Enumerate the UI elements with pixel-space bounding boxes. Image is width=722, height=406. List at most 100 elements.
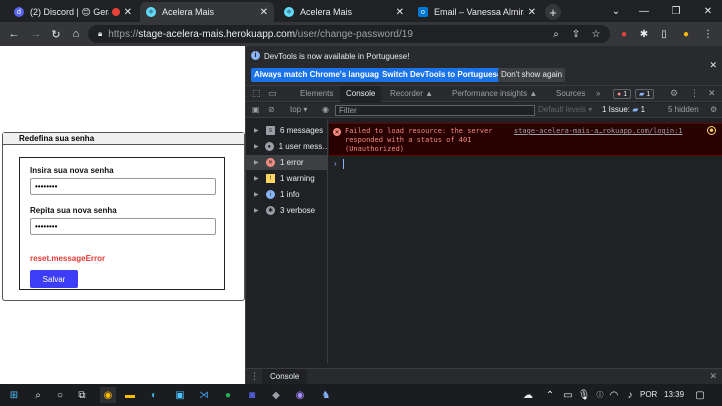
reload-icon[interactable]: ↻ <box>48 26 64 42</box>
chrome-icon[interactable]: ◉ <box>100 387 116 403</box>
cortana-icon[interactable]: ○ <box>52 387 68 403</box>
more-tabs-icon[interactable]: » <box>596 86 600 102</box>
app-blue-icon[interactable]: ♞ <box>318 387 334 403</box>
extension-red-icon[interactable]: ● <box>616 26 632 42</box>
sidebar-item-messages[interactable]: ▶ ≡ 6 messages <box>246 123 328 138</box>
new-password-input[interactable]: •••••••• <box>30 178 216 195</box>
close-icon[interactable]: ✕ <box>260 7 268 18</box>
tab-email[interactable]: o Email – Vanessa Almirante ✕ <box>412 2 542 22</box>
avatar[interactable]: ● <box>678 26 694 42</box>
console-input[interactable] <box>343 159 344 169</box>
windows-start-icon[interactable]: ⊞ <box>6 387 22 403</box>
error-message: reset.messageError <box>30 254 106 263</box>
close-icon[interactable]: ✕ <box>709 60 717 71</box>
sidebar-item-user-messages[interactable]: ▶ ● 1 user mess… <box>246 139 328 154</box>
context-selector[interactable]: top ▾ <box>290 105 307 114</box>
tab-recorder[interactable]: Recorder ▲ <box>390 86 433 102</box>
dont-show-again-button[interactable]: Don't show again <box>498 68 566 82</box>
new-tab-button[interactable]: + <box>545 4 561 20</box>
device-toolbar-icon[interactable]: ▭ <box>268 88 277 99</box>
tab-search-icon[interactable]: ⌄ <box>602 0 630 22</box>
share-icon[interactable]: ⇪ <box>568 26 584 42</box>
notification-icon[interactable]: ▢ <box>692 387 708 403</box>
tab-console[interactable]: Console <box>340 86 382 102</box>
microphone-icon[interactable]: 🎙︎ <box>576 387 592 403</box>
expand-arrow-icon: ▶ <box>254 176 259 182</box>
tab-performance-insights[interactable]: Performance insights ▲ <box>452 86 537 102</box>
react-icon: ⚛ <box>284 7 294 17</box>
repeat-password-input[interactable]: •••••••• <box>30 218 216 235</box>
tab-discord[interactable]: d (2) Discord | 😊 Geral ✕ <box>8 2 138 22</box>
console-filter-bar: ▣ ⊘ top ▾ ◉ Filter Default levels ▾ 1 Is… <box>246 103 722 118</box>
console-error-row: ✕ Failed to load resource: the server re… <box>329 123 722 156</box>
menu-kebab-icon[interactable]: ⋮ <box>700 26 716 42</box>
discord-icon[interactable]: ◙ <box>244 387 260 403</box>
switch-language-button[interactable]: Switch DevTools to Portuguese <box>379 68 505 82</box>
drawer-close-icon[interactable]: ✕ <box>709 371 717 382</box>
default-levels-dropdown[interactable]: Default levels ▾ <box>538 105 592 114</box>
lighthouse-icon[interactable]: ☻ <box>707 126 716 135</box>
tab-acelera-mais[interactable]: ⚛ Acelera Mais ✕ <box>278 2 410 22</box>
outlook-icon: o <box>418 7 428 17</box>
weather-cloud-icon[interactable]: ☁ <box>520 387 536 403</box>
home-icon[interactable]: ⌂ <box>68 26 84 42</box>
store-icon[interactable]: ▣ <box>172 387 188 403</box>
file-explorer-icon[interactable]: ▬ <box>122 387 138 403</box>
close-icon[interactable]: ✕ <box>528 7 536 18</box>
zoom-icon[interactable]: ⌕ <box>548 26 564 42</box>
error-message-text: Failed to load resource: the server resp… <box>345 127 493 153</box>
clear-console-icon[interactable]: ⊘ <box>268 105 275 114</box>
tab-sources[interactable]: Sources <box>556 86 585 102</box>
minimize-icon[interactable]: — <box>630 0 658 22</box>
side-panel-icon[interactable]: ▯ <box>656 26 672 42</box>
spotify-icon[interactable]: ● <box>220 387 236 403</box>
address-bar[interactable]: 🔒︎ https:// stage-acelera-mais.herokuapp… <box>88 25 610 43</box>
filter-input[interactable]: Filter <box>335 105 535 116</box>
app-purple-icon[interactable]: ◉ <box>292 387 308 403</box>
tray-device-icon[interactable]: ▭ <box>560 387 576 403</box>
app-icon[interactable]: ◆ <box>268 387 284 403</box>
settings-gear-icon[interactable]: ⚙ <box>670 88 678 99</box>
extension-puzzle-icon[interactable]: ✱ <box>636 26 652 42</box>
window-close-icon[interactable]: ✕ <box>694 0 722 22</box>
back-icon[interactable]: ← <box>6 26 22 42</box>
language-indicator[interactable]: POR <box>640 390 657 399</box>
tab-elements[interactable]: Elements <box>300 86 333 102</box>
error-count-badge[interactable]: ● 1 <box>613 89 632 99</box>
console-settings-gear-icon[interactable]: ⚙ <box>710 105 717 114</box>
sidebar-item-warnings[interactable]: ▶ ! 1 warning <box>246 171 328 186</box>
devtools-close-icon[interactable]: ✕ <box>708 88 716 99</box>
clock[interactable]: 13:39 <box>664 390 684 399</box>
match-language-button[interactable]: Always match Chrome's language <box>251 68 387 82</box>
bookmark-star-icon[interactable]: ☆ <box>588 26 604 42</box>
issues-label[interactable]: 1 Issue: ▰ 1 <box>602 105 645 114</box>
close-icon[interactable]: ✕ <box>396 7 404 18</box>
verbose-icon: ✱ <box>266 206 275 215</box>
info-icon: i <box>266 190 275 199</box>
new-password-label: Insira sua nova senha <box>30 166 114 175</box>
devtools-menu-icon[interactable]: ⋮ <box>690 88 699 99</box>
restore-icon[interactable]: ❐ <box>662 0 690 22</box>
tab-acelera-mais-active[interactable]: ⚛ Acelera Mais ✕ <box>140 2 274 22</box>
drawer-menu-icon[interactable]: ⋮ <box>250 371 259 382</box>
error-source-link[interactable]: stage-acelera-mais-a…rokuapp.com/login:1 <box>514 127 683 135</box>
volume-icon[interactable]: ♪ <box>622 387 638 403</box>
live-expression-eye-icon[interactable]: ◉ <box>322 105 329 114</box>
inspect-icon[interactable]: ⬚ <box>252 88 261 99</box>
edge-icon[interactable]: ◐ <box>146 387 162 403</box>
sidebar-toggle-icon[interactable]: ▣ <box>252 105 260 114</box>
save-button[interactable]: Salvar <box>30 270 78 288</box>
vscode-icon[interactable]: ⋊ <box>196 387 212 403</box>
message-count-badge[interactable]: ▰ 1 <box>635 89 655 99</box>
reset-password-form: Insira sua nova senha •••••••• Repita su… <box>19 157 225 290</box>
wifi-icon[interactable]: ◠ <box>606 387 622 403</box>
search-icon[interactable]: ⌕ <box>30 387 46 403</box>
forward-icon[interactable]: → <box>28 26 44 42</box>
close-icon[interactable]: ✕ <box>124 7 132 18</box>
sidebar-item-errors[interactable]: ▶ ✕ 1 error <box>246 155 328 170</box>
task-view-icon[interactable]: ⧉ <box>74 387 90 403</box>
tray-expand-icon[interactable]: ⌃ <box>542 387 558 403</box>
sidebar-item-info[interactable]: ▶ i 1 info <box>246 187 328 202</box>
sidebar-item-verbose[interactable]: ▶ ✱ 3 verbose <box>246 203 328 218</box>
drawer-tab-console[interactable]: Console <box>262 369 308 385</box>
